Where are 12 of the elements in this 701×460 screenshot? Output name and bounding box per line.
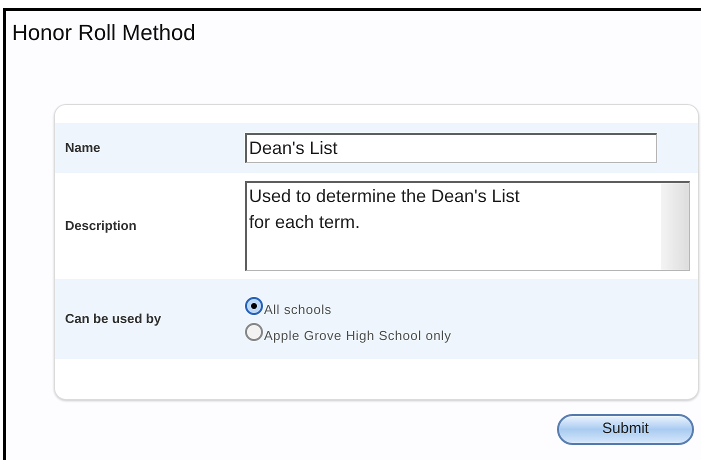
radio-button[interactable] bbox=[245, 297, 263, 315]
field-label: Name bbox=[64, 139, 102, 158]
radio-option[interactable]: Apple Grove High School only bbox=[245, 319, 452, 345]
page-title: Honor Roll Method bbox=[12, 19, 196, 47]
description-field[interactable]: Used to determine the Dean's List for each term. bbox=[245, 181, 690, 271]
radio-option[interactable]: All schools bbox=[245, 293, 452, 319]
field-label: Description bbox=[64, 217, 138, 236]
description-text: Used to determine the Dean's List for each term. bbox=[248, 185, 521, 234]
submit-button[interactable]: Submit bbox=[557, 414, 694, 445]
radio-button[interactable] bbox=[245, 323, 263, 341]
name-field[interactable]: Dean's List bbox=[245, 133, 657, 163]
field-label: Can be used by bbox=[64, 310, 162, 328]
